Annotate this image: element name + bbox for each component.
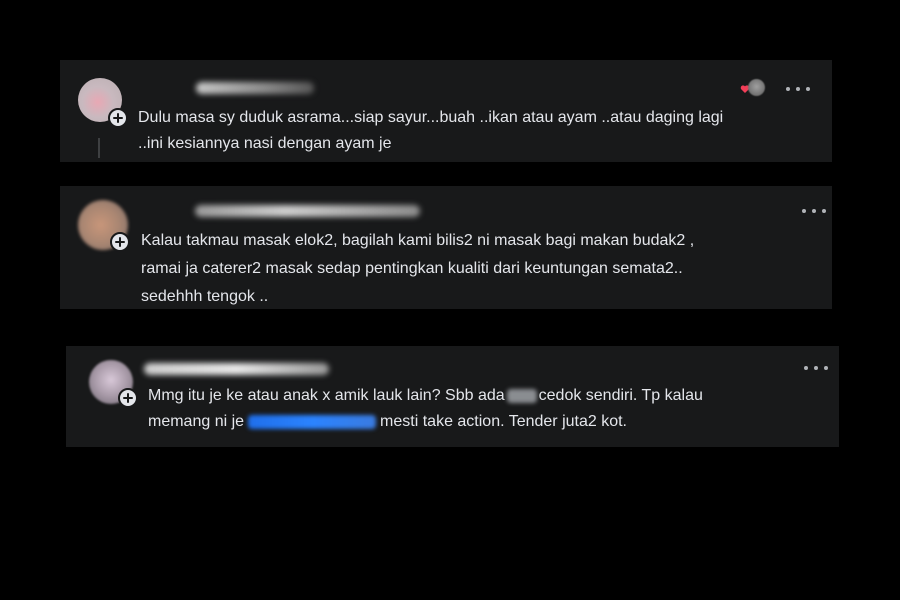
comment-text: Kalau takmau masak elok2, bagilah kami b… <box>141 227 694 311</box>
more-options-icon[interactable] <box>786 84 810 94</box>
comment-segment: cedok sendiri. Tp kalau <box>538 387 703 404</box>
redacted-author-name <box>144 363 329 375</box>
comment-line: ..ini kesiannya nasi dengan ayam je <box>138 135 392 152</box>
redacted-author-name <box>195 205 420 217</box>
comment-segment: Mmg itu je ke atau anak x amik lauk lain… <box>148 387 505 404</box>
reply-thread-line <box>98 138 100 158</box>
comment-text: Mmg itu je ke atau anak x amik lauk lain… <box>148 383 703 435</box>
redacted-mention-link[interactable] <box>248 414 377 429</box>
reaction-summary[interactable] <box>740 79 766 96</box>
add-friend-badge-icon[interactable] <box>108 108 128 128</box>
more-options-icon[interactable] <box>802 206 826 216</box>
comment-line: Kalau takmau masak elok2, bagilah kami b… <box>141 232 695 249</box>
reactor-avatar <box>748 79 765 96</box>
comment-line: sedehhh tengok .. <box>141 288 269 305</box>
comment-card: Mmg itu je ke atau anak x amik lauk lain… <box>66 346 839 447</box>
redacted-word <box>506 388 537 403</box>
screenshot-stage: Dulu masa sy duduk asrama...siap sayur..… <box>0 0 900 600</box>
add-friend-badge-icon[interactable] <box>110 232 130 252</box>
comment-card: Kalau takmau masak elok2, bagilah kami b… <box>60 186 832 309</box>
comment-text: Dulu masa sy duduk asrama...siap sayur..… <box>138 105 723 157</box>
add-friend-badge-icon[interactable] <box>118 388 138 408</box>
comment-segment: mesti take action. Tender juta2 kot. <box>380 413 627 430</box>
comment-line: Dulu masa sy duduk asrama...siap sayur..… <box>138 109 724 126</box>
more-options-icon[interactable] <box>804 363 828 373</box>
comment-segment: memang ni je <box>148 413 245 430</box>
comment-card: Dulu masa sy duduk asrama...siap sayur..… <box>60 60 832 162</box>
redacted-author-name <box>196 82 314 94</box>
comment-line: ramai ja caterer2 masak sedap pentingkan… <box>141 260 683 277</box>
